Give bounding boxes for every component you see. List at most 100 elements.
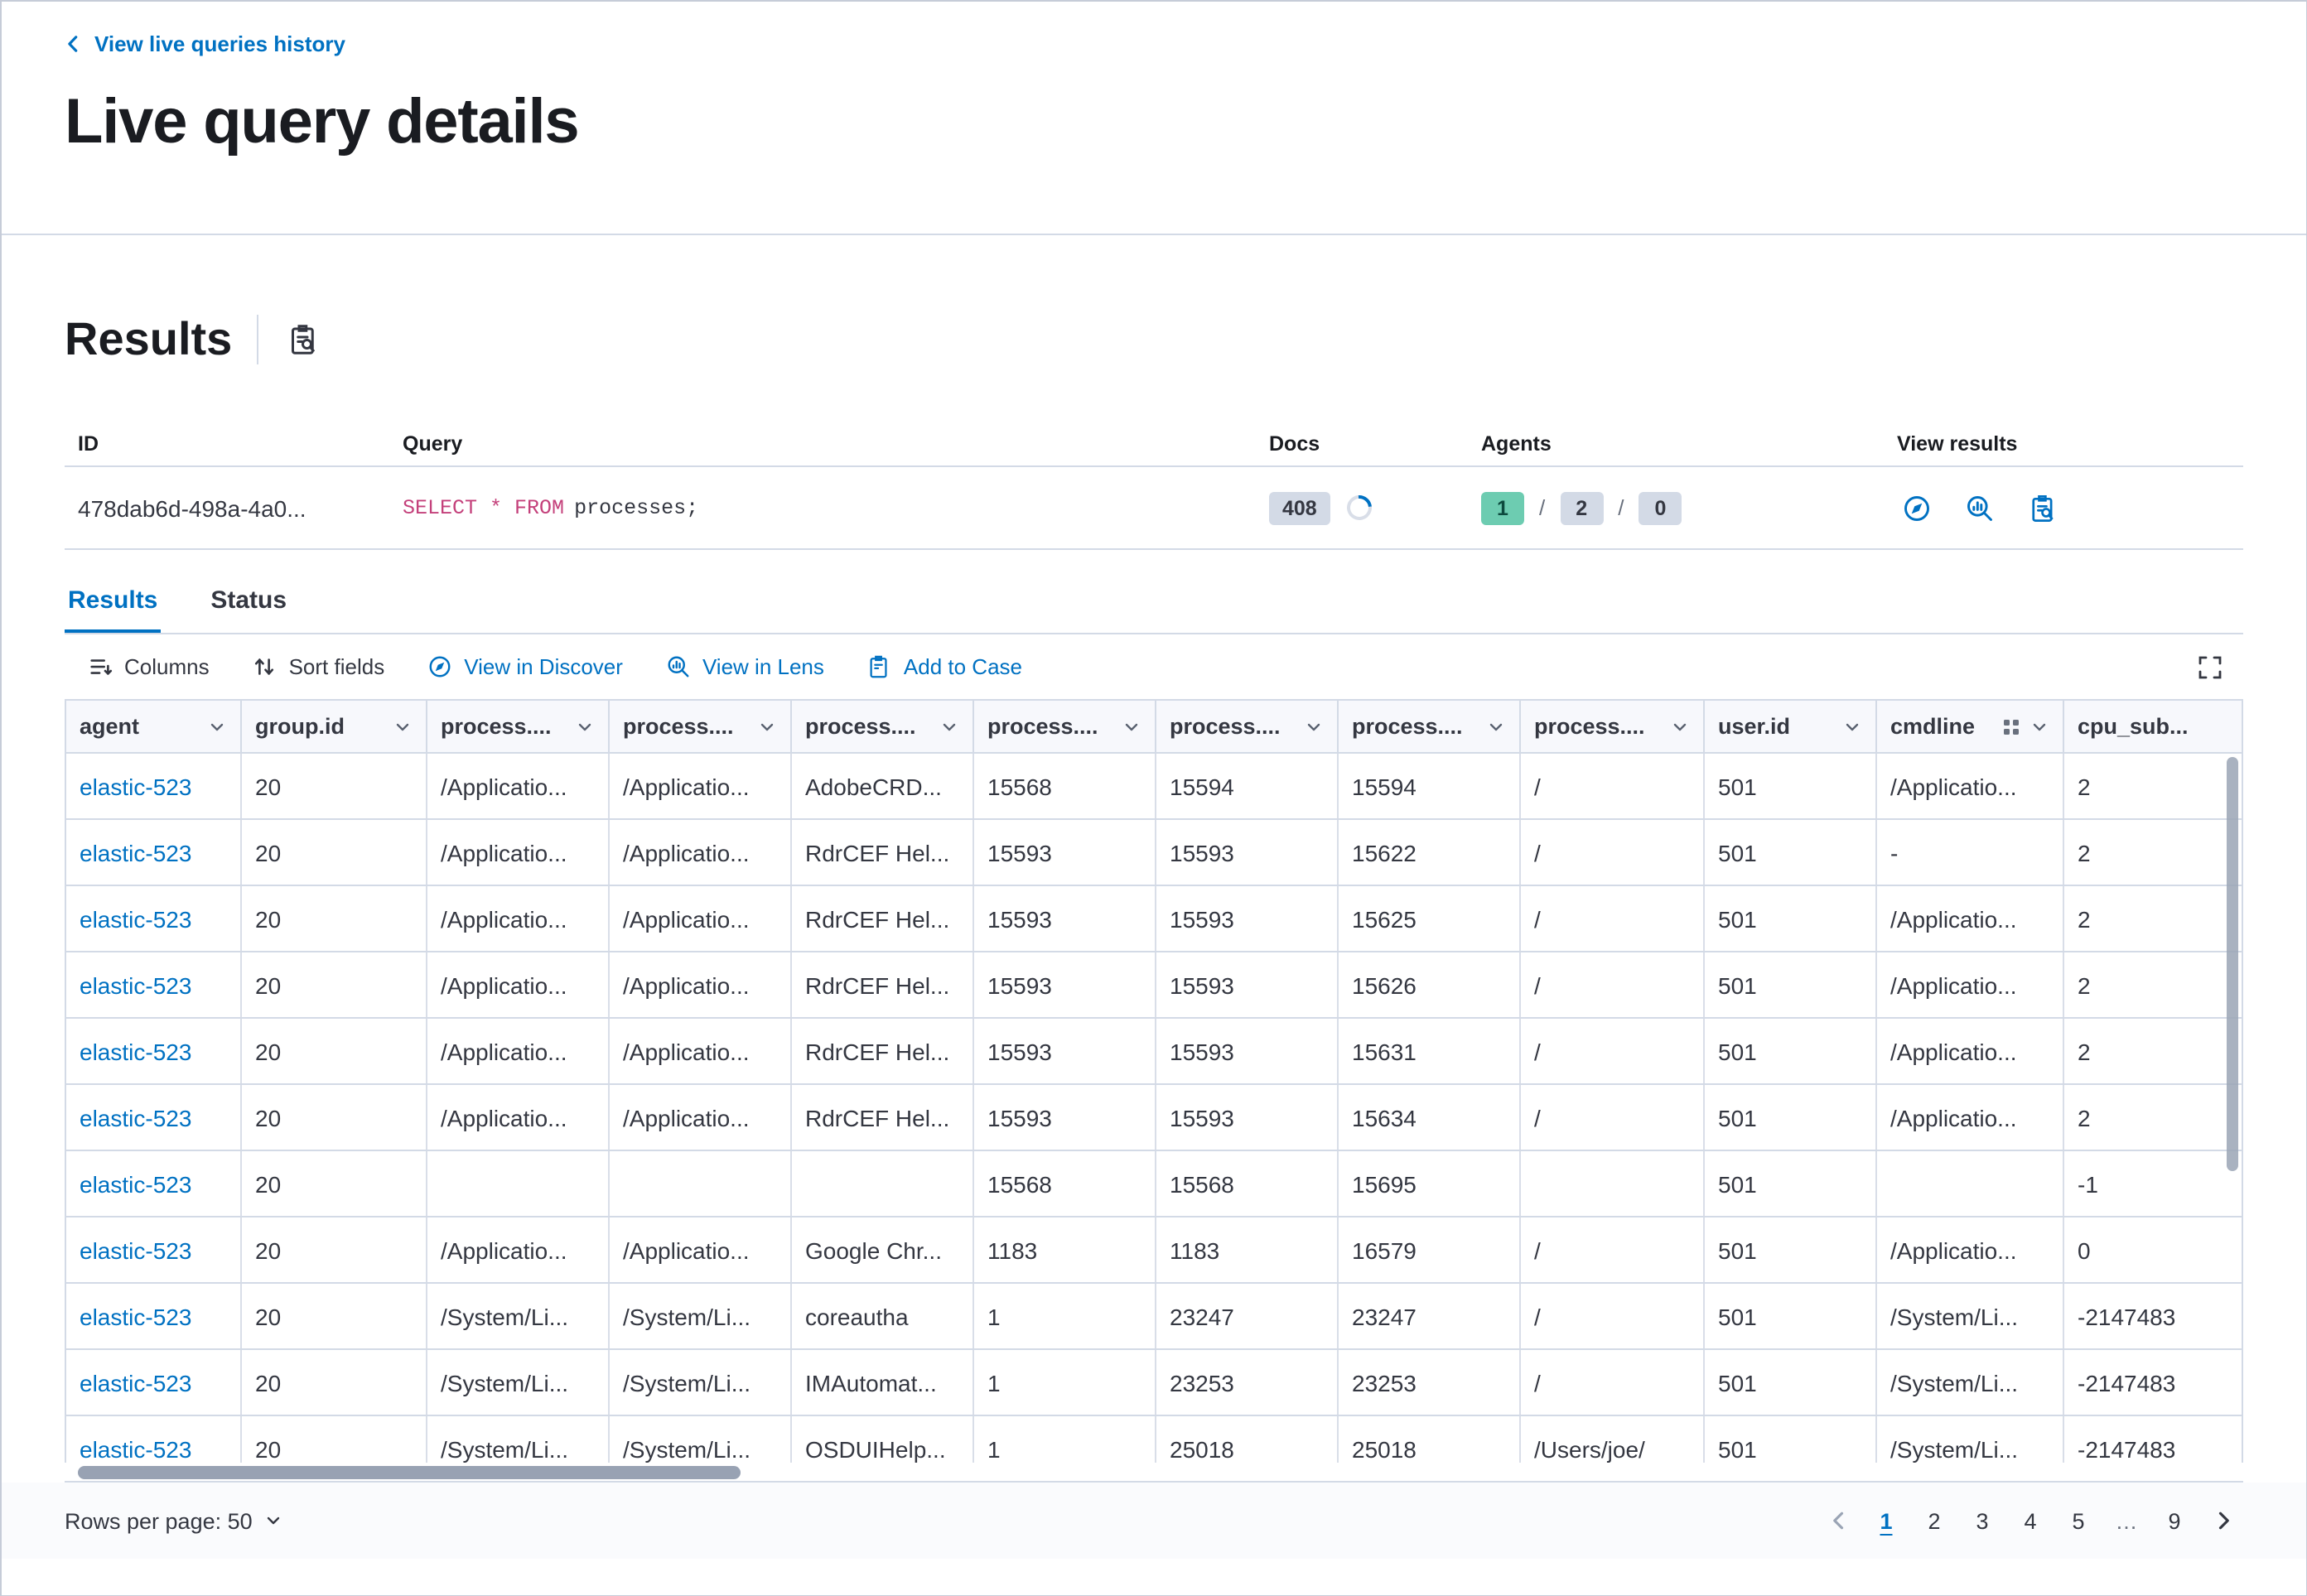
page-4-button[interactable]: 4 <box>2010 1501 2050 1541</box>
agent-link[interactable]: elastic-523 <box>65 952 242 1017</box>
page-3-button[interactable]: 3 <box>1962 1501 2002 1541</box>
grid-cell: 1 <box>974 1416 1156 1463</box>
column-header-5[interactable]: process.... <box>792 701 974 752</box>
agent-link[interactable]: elastic-523 <box>65 1350 242 1415</box>
grid-cell: / <box>1521 886 1705 951</box>
grid-cell: 15593 <box>1156 1019 1339 1083</box>
agent-link[interactable]: elastic-523 <box>65 754 242 818</box>
grid-cell: 2 <box>2064 1085 2241 1150</box>
grid-cell: 20 <box>242 754 427 818</box>
table-row: elastic-52320/System/Li.../System/Li...I… <box>65 1350 2241 1416</box>
grid-cell: /System/Li... <box>1877 1284 2064 1348</box>
agents-success-badge: 1 <box>1481 491 1524 524</box>
page-1-button[interactable]: 1 <box>1866 1501 1906 1541</box>
back-link-label: View live queries history <box>94 31 345 56</box>
grid-header-row: agentgroup.idprocess....process....proce… <box>65 701 2242 754</box>
grid-cell: 15634 <box>1339 1085 1521 1150</box>
view-in-discover-button[interactable] <box>1897 488 1937 528</box>
vertical-scrollbar[interactable] <box>2226 757 2237 1171</box>
view-results-cell <box>1884 488 2242 528</box>
rows-per-page-label: Rows per page: 50 <box>65 1508 253 1533</box>
column-header-12[interactable]: cpu_sub... <box>2064 701 2242 752</box>
grid-cell: AdobeCRD... <box>792 754 974 818</box>
grid-cell: /System/Li... <box>610 1284 792 1348</box>
page-2-button[interactable]: 2 <box>1914 1501 1954 1541</box>
grid-cell: / <box>1521 1284 1705 1348</box>
grid-cell: - <box>1877 820 2064 885</box>
column-header-1[interactable]: agent <box>65 701 242 752</box>
tab-results[interactable]: Results <box>65 570 161 633</box>
add-to-case-button[interactable] <box>2023 488 2063 528</box>
column-header-6[interactable]: process.... <box>974 701 1156 752</box>
grid-cell: /System/Li... <box>427 1350 610 1415</box>
column-header-4[interactable]: process.... <box>610 701 792 752</box>
previous-page-button[interactable] <box>1818 1501 1858 1541</box>
horizontal-scrollbar[interactable] <box>65 1463 2242 1483</box>
agent-link[interactable]: elastic-523 <box>65 820 242 885</box>
grid-cell: /Applicatio... <box>610 886 792 951</box>
inspect-icon <box>287 323 320 356</box>
tab-status[interactable]: Status <box>207 570 290 633</box>
grid-cell: /Applicatio... <box>1877 952 2064 1017</box>
grid-body: elastic-52320/Applicatio.../Applicatio..… <box>65 754 2241 1463</box>
table-row: elastic-52320/Applicatio.../Applicatio..… <box>65 820 2241 886</box>
page-9-button[interactable]: 9 <box>2155 1501 2194 1541</box>
rows-per-page-button[interactable]: Rows per page: 50 <box>65 1508 284 1533</box>
grid-cell: /Applicatio... <box>610 1217 792 1282</box>
chevron-right-icon <box>2211 1509 2234 1532</box>
view-in-lens-toolbar-button[interactable]: View in Lens <box>656 648 834 686</box>
view-in-lens-button[interactable] <box>1960 488 2000 528</box>
sort-fields-button[interactable]: Sort fields <box>243 648 395 686</box>
grid-cell: /Applicatio... <box>1877 1019 2064 1083</box>
column-header-8[interactable]: process.... <box>1339 701 1521 752</box>
horizontal-scrollbar-thumb[interactable] <box>78 1466 741 1479</box>
grid-cell: 15631 <box>1339 1019 1521 1083</box>
column-header-3[interactable]: process.... <box>427 701 610 752</box>
add-to-case-toolbar-button[interactable]: Add to Case <box>857 648 1032 686</box>
agent-link[interactable]: elastic-523 <box>65 1151 242 1216</box>
page-5-button[interactable]: 5 <box>2058 1501 2098 1541</box>
agent-link[interactable]: elastic-523 <box>65 1019 242 1083</box>
column-header-label: group.id <box>255 714 384 739</box>
column-header-11[interactable]: cmdline <box>1877 701 2064 752</box>
grid-cell: -1 <box>2064 1151 2241 1216</box>
table-row: elastic-52320/System/Li.../System/Li...c… <box>65 1284 2241 1350</box>
columns-button[interactable]: Columns <box>78 648 220 686</box>
back-link[interactable]: View live queries history <box>65 31 345 56</box>
column-header-7[interactable]: process.... <box>1156 701 1339 752</box>
results-grid: Columns Sort fields View in Discover Vie… <box>65 634 2242 1483</box>
agent-link[interactable]: elastic-523 <box>65 1085 242 1150</box>
column-header-9[interactable]: process.... <box>1521 701 1705 752</box>
grid-cell: RdrCEF Hel... <box>792 1085 974 1150</box>
grid-cell: 15593 <box>974 952 1156 1017</box>
grid-cell: 501 <box>1705 952 1877 1017</box>
fullscreen-button[interactable] <box>2189 647 2229 687</box>
grid-cell: 15568 <box>1156 1151 1339 1216</box>
grid-cell: 15594 <box>1339 754 1521 818</box>
docs-cell: 408 <box>1256 491 1468 524</box>
grid-cell: 15593 <box>974 820 1156 885</box>
table-row: elastic-52320/Applicatio.../Applicatio..… <box>65 1217 2241 1284</box>
agent-link[interactable]: elastic-523 <box>65 886 242 951</box>
grid-viewport: agentgroup.idprocess....process....proce… <box>65 701 2242 1463</box>
view-in-discover-toolbar-button[interactable]: View in Discover <box>417 648 633 686</box>
grid-cell: /Applicatio... <box>427 886 610 951</box>
grid-cell: / <box>1521 1019 1705 1083</box>
column-header-10[interactable]: user.id <box>1705 701 1877 752</box>
summary-col-agents: Agents <box>1468 432 1884 455</box>
table-row: elastic-52320/Applicatio.../Applicatio..… <box>65 952 2241 1019</box>
summary-col-id: ID <box>65 432 389 455</box>
column-header-label: process.... <box>1170 714 1296 739</box>
inspect-button[interactable] <box>283 320 323 359</box>
agents-separator: / <box>1539 495 1545 520</box>
agent-link[interactable]: elastic-523 <box>65 1284 242 1348</box>
agent-link[interactable]: elastic-523 <box>65 1217 242 1282</box>
table-row: elastic-52320/Applicatio.../Applicatio..… <box>65 886 2241 952</box>
agent-link[interactable]: elastic-523 <box>65 1416 242 1463</box>
grid-cell: coreautha <box>792 1284 974 1348</box>
next-page-button[interactable] <box>2203 1501 2242 1541</box>
agents-pending-badge: 2 <box>1560 491 1603 524</box>
grid-cell: 2 <box>2064 952 2241 1017</box>
docs-count-badge: 408 <box>1269 491 1330 524</box>
column-header-2[interactable]: group.id <box>242 701 427 752</box>
